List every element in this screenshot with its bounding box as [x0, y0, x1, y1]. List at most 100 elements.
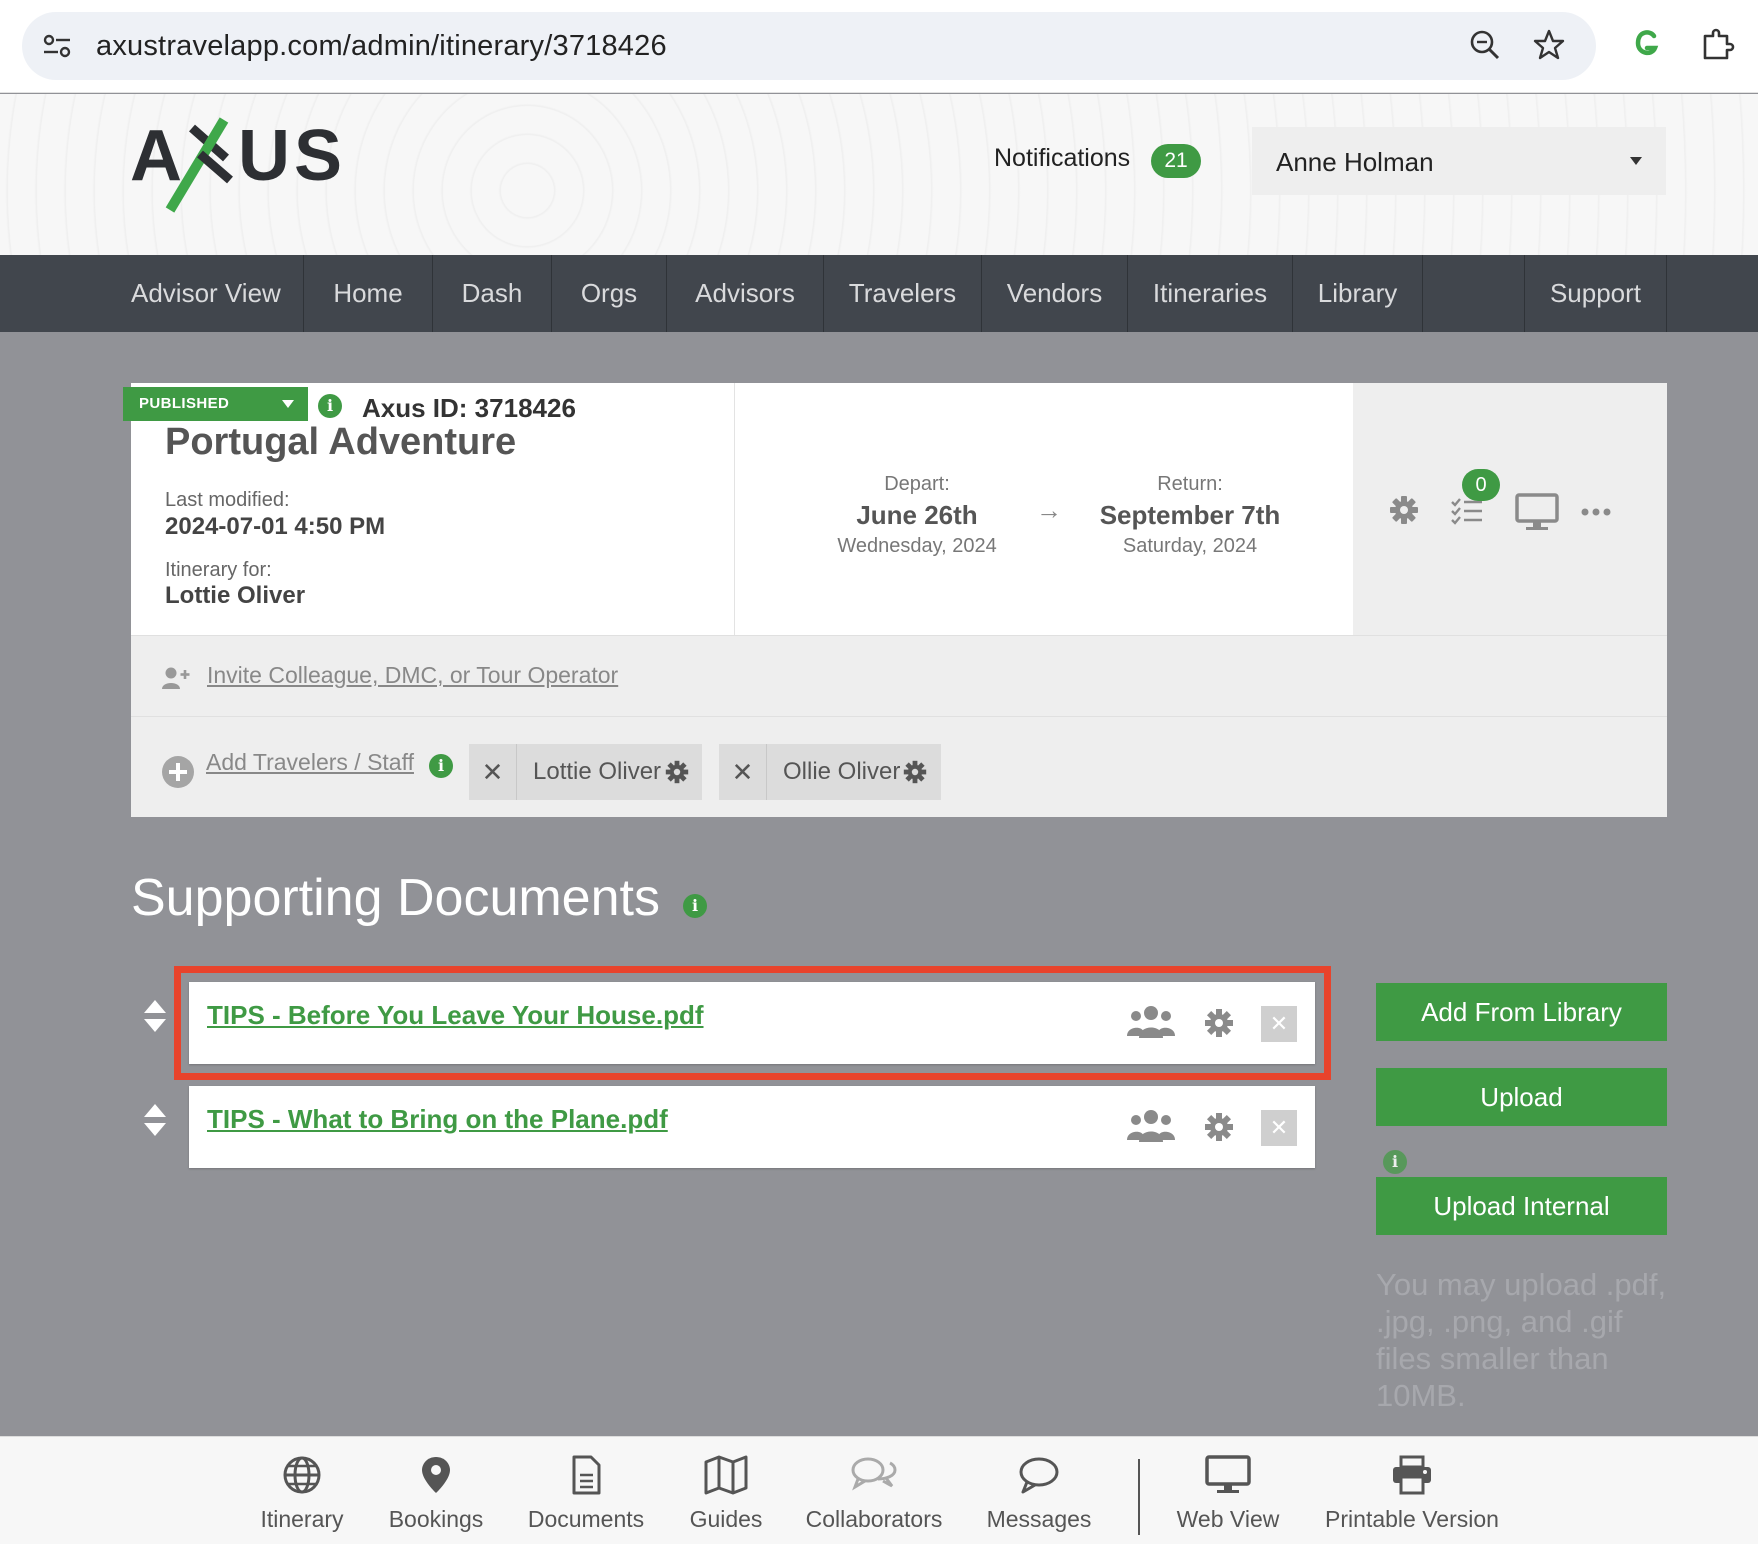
nav-home[interactable]: Home: [304, 255, 433, 332]
checklist-icon[interactable]: [1451, 497, 1483, 525]
toolbar-divider: [1138, 1459, 1140, 1535]
user-menu-dropdown[interactable]: Anne Holman: [1252, 127, 1666, 195]
info-icon[interactable]: i: [683, 894, 707, 918]
printer-icon: [1393, 1455, 1431, 1495]
trip-dates[interactable]: Depart: June 26th Wednesday, 2024 → Retu…: [736, 383, 1356, 635]
remove-traveler-button[interactable]: ✕: [469, 744, 517, 800]
upload-button[interactable]: Upload: [1376, 1068, 1667, 1126]
add-user-icon[interactable]: [161, 666, 191, 690]
bottom-bookings-label: Bookings: [388, 1506, 484, 1532]
info-icon[interactable]: i: [318, 394, 342, 418]
address-bar[interactable]: axustravelapp.com/admin/itinerary/371842…: [22, 12, 1596, 80]
notifications-link[interactable]: Notifications: [994, 144, 1130, 173]
gear-icon[interactable]: [665, 760, 689, 784]
monitor-icon[interactable]: [1515, 493, 1559, 531]
nav-advisors[interactable]: Advisors: [667, 255, 824, 332]
bottom-documents[interactable]: Documents: [526, 1455, 646, 1533]
invite-collaborator-link[interactable]: Invite Colleague, DMC, or Tour Operator: [207, 662, 618, 689]
arrow-right-icon: →: [1036, 495, 1062, 525]
drag-handle-icon[interactable]: [142, 998, 168, 1034]
svg-text:A: A: [130, 116, 186, 196]
upload-internal-button[interactable]: Upload Internal: [1376, 1177, 1667, 1235]
bottom-guides[interactable]: Guides: [676, 1455, 776, 1533]
url-text[interactable]: axustravelapp.com/admin/itinerary/371842…: [96, 30, 667, 63]
last-modified-value: 2024-07-01 4:50 PM: [165, 513, 386, 540]
axus-logo[interactable]: A US: [130, 114, 340, 214]
extension-grammarly-icon[interactable]: [1632, 28, 1662, 62]
nav-orgs[interactable]: Orgs: [552, 255, 667, 332]
add-from-library-button[interactable]: Add From Library: [1376, 983, 1667, 1041]
depart-date: Depart: June 26th Wednesday, 2024: [797, 473, 1037, 558]
user-name: Anne Holman: [1276, 147, 1434, 177]
main-nav: Advisor View Home Dash Orgs Advisors Tra…: [0, 255, 1758, 332]
nav-support[interactable]: Support: [1524, 255, 1667, 332]
browser-chrome: axustravelapp.com/admin/itinerary/371842…: [0, 0, 1758, 93]
bottom-printable-version[interactable]: Printable Version: [1322, 1455, 1502, 1533]
axus-id: Axus ID: 3718426: [362, 393, 576, 423]
chevron-down-icon: [282, 400, 294, 408]
bottom-web-view[interactable]: Web View: [1168, 1455, 1288, 1533]
upload-hint: You may upload .pdf, .jpg, .png, and .gi…: [1376, 1267, 1667, 1413]
status-dropdown[interactable]: PUBLISHED: [123, 387, 308, 421]
nav-travelers[interactable]: Travelers: [824, 255, 982, 332]
site-settings-icon[interactable]: [42, 32, 72, 60]
bottom-collaborators[interactable]: Collaborators: [804, 1455, 944, 1533]
travelers-row: Add Travelers / Staff i ✕ Lottie Oliver …: [131, 717, 1667, 817]
nav-itineraries[interactable]: Itineraries: [1128, 255, 1293, 332]
status-label: PUBLISHED: [139, 395, 230, 412]
gear-icon[interactable]: [1389, 495, 1419, 525]
nav-dash[interactable]: Dash: [433, 255, 552, 332]
map-icon: [704, 1455, 748, 1495]
nav-advisor-view[interactable]: Advisor View: [131, 255, 304, 332]
drag-handle-icon[interactable]: [142, 1102, 168, 1138]
users-group-icon[interactable]: [1126, 1108, 1176, 1144]
traveler-chip: ✕ Lottie Oliver: [469, 744, 702, 800]
add-travelers-link[interactable]: Add Travelers / Staff: [206, 749, 414, 776]
document-row: TIPS - What to Bring on the Plane.pdf ✕: [189, 1086, 1315, 1168]
more-options-icon[interactable]: [1581, 507, 1611, 517]
bottom-messages[interactable]: Messages: [979, 1455, 1099, 1533]
extensions-puzzle-icon[interactable]: [1700, 26, 1736, 62]
bottom-itinerary[interactable]: Itinerary: [252, 1455, 352, 1533]
traveler-name[interactable]: Ollie Oliver: [783, 758, 900, 786]
bottom-itinerary-label: Itinerary: [260, 1506, 344, 1532]
depart-label: Depart:: [884, 473, 950, 495]
traveler-name[interactable]: Lottie Oliver: [533, 758, 661, 786]
itinerary-title[interactable]: Portugal Adventure: [165, 421, 516, 464]
document-link[interactable]: TIPS - What to Bring on the Plane.pdf: [207, 1104, 668, 1135]
gear-icon[interactable]: [1204, 1112, 1234, 1142]
depart-day: Wednesday, 2024: [837, 535, 997, 557]
delete-document-button[interactable]: ✕: [1261, 1110, 1297, 1146]
traveler-chip: ✕ Ollie Oliver: [719, 744, 941, 800]
return-label: Return:: [1157, 473, 1223, 495]
selection-highlight: [174, 966, 1331, 1080]
svg-text:US: US: [238, 116, 340, 196]
globe-icon: [283, 1456, 321, 1494]
add-circle-icon[interactable]: [161, 755, 195, 789]
nav-vendors[interactable]: Vendors: [982, 255, 1128, 332]
app-header: A US Notifications 21 Anne Holman: [0, 94, 1758, 255]
remove-traveler-button[interactable]: ✕: [719, 744, 767, 800]
zoom-icon[interactable]: [1468, 28, 1502, 62]
itinerary-for-value: Lottie Oliver: [165, 582, 306, 609]
bottom-printable-label: Printable Version: [1325, 1506, 1499, 1532]
info-icon[interactable]: i: [1383, 1150, 1407, 1174]
itinerary-tools: 0: [1353, 383, 1667, 635]
bottom-guides-label: Guides: [689, 1506, 763, 1532]
itinerary-card: PUBLISHED i Axus ID: 3718426 Portugal Ad…: [123, 383, 1667, 817]
map-pin-icon: [422, 1457, 450, 1493]
checklist-count-badge[interactable]: 0: [1462, 469, 1500, 501]
info-icon[interactable]: i: [429, 754, 453, 778]
nav-library[interactable]: Library: [1293, 255, 1423, 332]
itinerary-summary: PUBLISHED i Axus ID: 3718426 Portugal Ad…: [123, 383, 735, 635]
bottom-bookings[interactable]: Bookings: [386, 1455, 486, 1533]
depart-date-main: June 26th: [856, 500, 978, 530]
bottom-toolbar: Itinerary Bookings Documents Guides Coll…: [0, 1436, 1758, 1544]
return-date-main: September 7th: [1099, 500, 1281, 530]
bookmark-star-icon[interactable]: [1532, 28, 1566, 62]
notifications-count-badge[interactable]: 21: [1151, 144, 1201, 178]
bottom-web-view-label: Web View: [1176, 1506, 1280, 1532]
bottom-documents-label: Documents: [527, 1506, 645, 1532]
gear-icon[interactable]: [903, 760, 927, 784]
invite-row: Invite Colleague, DMC, or Tour Operator: [131, 635, 1667, 717]
